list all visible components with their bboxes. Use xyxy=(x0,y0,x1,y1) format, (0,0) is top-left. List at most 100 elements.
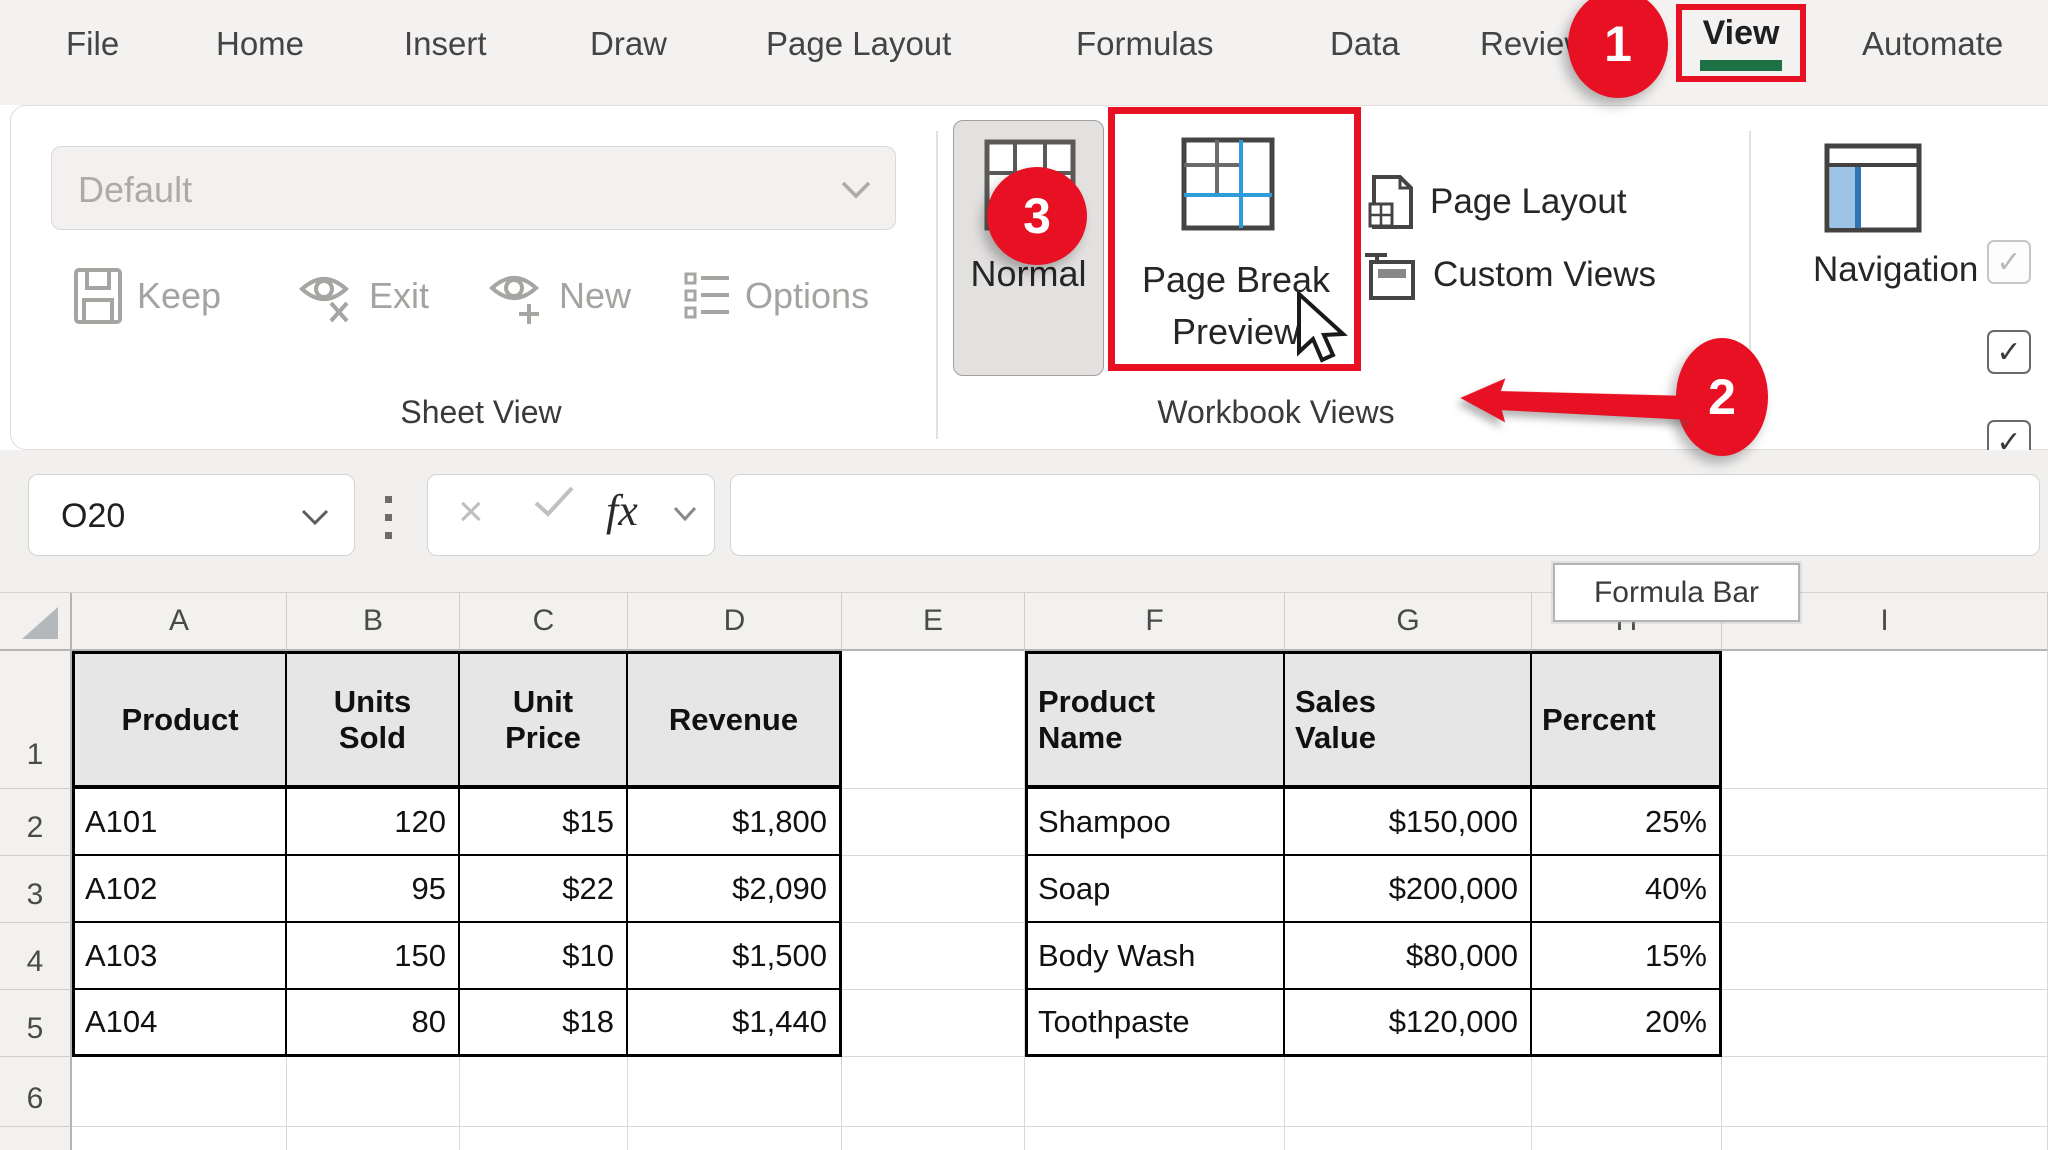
row-header-6[interactable]: 6 xyxy=(0,1057,72,1127)
cell-E3[interactable] xyxy=(842,856,1025,923)
insert-function-icon[interactable]: fx xyxy=(606,485,638,536)
chevron-down-icon[interactable] xyxy=(672,505,698,523)
cell-I4[interactable] xyxy=(1722,923,2048,990)
cell-B2[interactable]: 120 xyxy=(287,789,460,856)
cell-G1[interactable]: Sales Value xyxy=(1285,651,1532,789)
cell-A3[interactable]: A102 xyxy=(72,856,287,923)
enter-check-icon[interactable] xyxy=(532,483,576,519)
cell-I3[interactable] xyxy=(1722,856,2048,923)
cell-F3[interactable]: Soap xyxy=(1025,856,1285,923)
cell-D1[interactable]: Revenue xyxy=(628,651,842,789)
cell-H2[interactable]: 25% xyxy=(1532,789,1722,856)
keep-button[interactable]: Keep xyxy=(73,264,221,328)
cell-A1[interactable]: Product xyxy=(72,651,287,789)
cell-I5[interactable] xyxy=(1722,990,2048,1057)
cell-E1[interactable] xyxy=(842,651,1025,789)
cell-F5[interactable]: Toothpaste xyxy=(1025,990,1285,1057)
exit-button[interactable]: Exit xyxy=(299,264,429,328)
tab-data[interactable]: Data xyxy=(1330,22,1400,66)
cell-G2[interactable]: $150,000 xyxy=(1285,789,1532,856)
row-header-4[interactable]: 4 xyxy=(0,923,72,990)
cell-B3[interactable]: 95 xyxy=(287,856,460,923)
custom-views-button[interactable]: Custom Views xyxy=(1363,248,1656,302)
cell-D2[interactable]: $1,800 xyxy=(628,789,842,856)
select-all-corner[interactable] xyxy=(0,593,72,651)
cell-B5[interactable]: 80 xyxy=(287,990,460,1057)
cell-H3[interactable]: 40% xyxy=(1532,856,1722,923)
cell-C4[interactable]: $10 xyxy=(460,923,628,990)
column-header-G[interactable]: G xyxy=(1285,593,1532,651)
cell-D3[interactable]: $2,090 xyxy=(628,856,842,923)
cell-C3[interactable]: $22 xyxy=(460,856,628,923)
show-option-checkbox-2[interactable]: ✓ xyxy=(1987,330,2031,374)
cell-D6[interactable] xyxy=(628,1057,842,1127)
cell-A6[interactable] xyxy=(72,1057,287,1127)
column-header-A[interactable]: A xyxy=(72,593,287,651)
tab-automate[interactable]: Automate xyxy=(1862,22,2003,66)
cell-I6[interactable] xyxy=(1722,1057,2048,1127)
cell-C5[interactable]: $18 xyxy=(460,990,628,1057)
cell-F2[interactable]: Shampoo xyxy=(1025,789,1285,856)
column-header-C[interactable]: C xyxy=(460,593,628,651)
cell-C7[interactable] xyxy=(460,1127,628,1150)
row-header-3[interactable]: 3 xyxy=(0,856,72,923)
cell-G3[interactable]: $200,000 xyxy=(1285,856,1532,923)
cell-A4[interactable]: A103 xyxy=(72,923,287,990)
cell-B7[interactable] xyxy=(287,1127,460,1150)
cell-E2[interactable] xyxy=(842,789,1025,856)
tab-view[interactable]: View xyxy=(1682,14,1800,53)
cell-A7[interactable] xyxy=(72,1127,287,1150)
formula-bar-drag-handle[interactable] xyxy=(385,496,392,550)
cell-G7[interactable] xyxy=(1285,1127,1532,1150)
tab-draw[interactable]: Draw xyxy=(590,22,667,66)
cell-E7[interactable] xyxy=(842,1127,1025,1150)
cell-F7[interactable] xyxy=(1025,1127,1285,1150)
column-header-B[interactable]: B xyxy=(287,593,460,651)
cancel-x-icon[interactable]: × xyxy=(458,487,484,537)
show-option-checkbox-1[interactable]: ✓ xyxy=(1987,240,2031,284)
cell-A5[interactable]: A104 xyxy=(72,990,287,1057)
cell-H6[interactable] xyxy=(1532,1057,1722,1127)
cell-I1[interactable] xyxy=(1722,651,2048,789)
tab-file[interactable]: File xyxy=(66,22,119,66)
cell-E5[interactable] xyxy=(842,990,1025,1057)
cell-C6[interactable] xyxy=(460,1057,628,1127)
options-button[interactable]: Options xyxy=(683,264,869,328)
row-header-2[interactable]: 2 xyxy=(0,789,72,856)
cell-F6[interactable] xyxy=(1025,1057,1285,1127)
cell-I7[interactable] xyxy=(1722,1127,2048,1150)
tab-home[interactable]: Home xyxy=(216,22,304,66)
cell-I2[interactable] xyxy=(1722,789,2048,856)
row-header-7[interactable] xyxy=(0,1127,72,1150)
cell-D5[interactable]: $1,440 xyxy=(628,990,842,1057)
page-layout-view-button[interactable]: Page Layout xyxy=(1368,174,1627,230)
tab-formulas[interactable]: Formulas xyxy=(1076,22,1214,66)
cell-D4[interactable]: $1,500 xyxy=(628,923,842,990)
cell-G6[interactable] xyxy=(1285,1057,1532,1127)
column-header-F[interactable]: F xyxy=(1025,593,1285,651)
cell-G4[interactable]: $80,000 xyxy=(1285,923,1532,990)
chevron-down-icon[interactable] xyxy=(300,507,330,527)
cell-C2[interactable]: $15 xyxy=(460,789,628,856)
new-button[interactable]: New xyxy=(489,264,631,328)
cell-B1[interactable]: Units Sold xyxy=(287,651,460,789)
cell-E4[interactable] xyxy=(842,923,1025,990)
cell-D7[interactable] xyxy=(628,1127,842,1150)
navigation-button[interactable]: Navigation xyxy=(1813,143,1978,290)
column-header-E[interactable]: E xyxy=(842,593,1025,651)
cell-G5[interactable]: $120,000 xyxy=(1285,990,1532,1057)
cell-E6[interactable] xyxy=(842,1057,1025,1127)
tab-page-layout[interactable]: Page Layout xyxy=(766,22,951,66)
cell-H5[interactable]: 20% xyxy=(1532,990,1722,1057)
cell-C1[interactable]: Unit Price xyxy=(460,651,628,789)
formula-bar-input[interactable] xyxy=(730,474,2040,556)
cell-H1[interactable]: Percent xyxy=(1532,651,1722,789)
cell-A2[interactable]: A101 xyxy=(72,789,287,856)
column-header-D[interactable]: D xyxy=(628,593,842,651)
cell-F4[interactable]: Body Wash xyxy=(1025,923,1285,990)
row-header-5[interactable]: 5 xyxy=(0,990,72,1057)
cell-B6[interactable] xyxy=(287,1057,460,1127)
name-box[interactable]: O20 xyxy=(28,474,355,556)
cell-F1[interactable]: Product Name xyxy=(1025,651,1285,789)
cell-H4[interactable]: 15% xyxy=(1532,923,1722,990)
